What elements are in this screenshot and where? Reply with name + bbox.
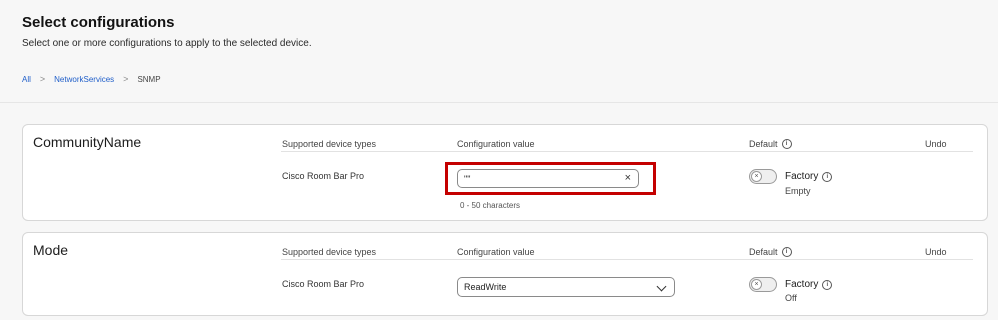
clear-icon[interactable]: × xyxy=(625,172,631,184)
info-icon[interactable]: i xyxy=(781,247,792,257)
factory-default: Factory i xyxy=(785,171,833,182)
community-name-input[interactable]: "" × xyxy=(457,169,639,188)
factory-value: Empty xyxy=(785,186,811,196)
page-subtitle: Select one or more configurations to app… xyxy=(22,38,312,49)
select-value: ReadWrite xyxy=(464,282,507,292)
info-icon[interactable]: i xyxy=(822,171,833,182)
header-default-label: Default xyxy=(749,247,778,257)
config-card-mode: Mode Supported device types Configuratio… xyxy=(22,232,988,316)
factory-value: Off xyxy=(785,293,797,303)
default-toggle[interactable]: × xyxy=(749,169,777,184)
header-divider xyxy=(281,259,973,260)
header-undo: Undo xyxy=(925,139,947,149)
breadcrumb: All > NetworkServices > SNMP xyxy=(22,74,161,84)
header-device-types: Supported device types xyxy=(282,139,377,149)
header-default-label: Default xyxy=(749,139,778,149)
chevron-down-icon xyxy=(656,281,667,292)
header-undo: Undo xyxy=(925,247,947,257)
close-icon: × xyxy=(751,279,762,290)
breadcrumb-separator: > xyxy=(123,74,129,84)
character-limit-hint: 0 - 50 characters xyxy=(460,201,521,210)
header-divider xyxy=(281,151,973,152)
info-icon[interactable]: i xyxy=(781,139,792,149)
breadcrumb-separator: > xyxy=(39,74,46,84)
header-default: Default i xyxy=(749,139,792,149)
close-icon: × xyxy=(751,171,762,182)
breadcrumb-networkservices[interactable]: NetworkServices xyxy=(54,75,114,84)
mode-select[interactable]: ReadWrite xyxy=(457,277,675,297)
factory-label: Factory xyxy=(785,171,819,182)
header-config-value: Configuration value xyxy=(457,139,535,149)
config-card-communityname: CommunityName Supported device types Con… xyxy=(22,124,988,221)
device-type: Cisco Room Bar Pro xyxy=(282,279,365,289)
factory-default: Factory i xyxy=(785,279,833,290)
default-toggle[interactable]: × xyxy=(749,277,777,292)
info-icon[interactable]: i xyxy=(822,279,833,290)
header-default: Default i xyxy=(749,247,792,257)
factory-label: Factory xyxy=(785,279,819,290)
breadcrumb-snmp: SNMP xyxy=(137,74,161,84)
section-divider xyxy=(0,102,998,103)
header-config-value: Configuration value xyxy=(457,247,535,257)
input-value: "" xyxy=(464,173,471,184)
device-type: Cisco Room Bar Pro xyxy=(282,171,365,181)
config-name: CommunityName xyxy=(33,134,142,150)
header-device-types: Supported device types xyxy=(282,247,377,257)
page-title: Select configurations xyxy=(22,14,175,31)
config-name: Mode xyxy=(33,242,69,258)
breadcrumb-all[interactable]: All xyxy=(22,75,31,84)
